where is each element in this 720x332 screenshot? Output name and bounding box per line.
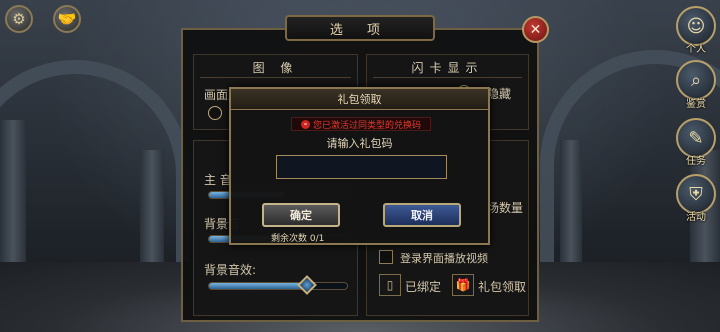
settings-button[interactable]: ⚙ xyxy=(5,5,33,33)
options-title: 选 项 xyxy=(285,15,435,41)
close-icon: ✕ xyxy=(529,21,542,38)
warning-icon: – xyxy=(300,119,310,129)
side-label-appreciate: 鉴赏 xyxy=(686,99,706,110)
main-volume-label: 主 音 xyxy=(204,173,232,187)
remaining-count: 剩余次数 0/1 xyxy=(271,234,325,244)
phone-bind-button[interactable]: ▯ xyxy=(379,274,401,296)
graphics-title: 图 像 xyxy=(252,61,299,75)
login-video-label: 登录界面播放视频 xyxy=(400,252,488,265)
magnifier-icon: ⌕ xyxy=(690,69,702,91)
scene-count-label: 场数量 xyxy=(487,201,524,215)
gift-code-label: 礼包领取 xyxy=(478,280,527,294)
gift-prompt: 请输入礼包码 xyxy=(326,137,393,150)
head-icon: ☺ xyxy=(686,15,706,37)
flash-title: 闪卡显示 xyxy=(411,61,484,75)
phone-icon: ▯ xyxy=(386,278,394,292)
gift-dialog-title: 礼包领取 xyxy=(231,89,488,110)
confirm-button[interactable]: 确定 xyxy=(262,203,340,227)
bg-sfx-fill xyxy=(209,283,309,289)
gift-code-input[interactable] xyxy=(276,155,447,179)
appreciate-button[interactable]: ⌕ xyxy=(676,60,716,100)
gift-dialog: 礼包领取 – 您已激活过同类型的兑换码 请输入礼包码 确定 取消 剩余次数 0/… xyxy=(229,87,490,245)
side-label-event: 活动 xyxy=(686,212,706,223)
bg-sfx-slider[interactable] xyxy=(208,275,348,295)
bg-sfx-label: 背景音效: xyxy=(204,263,257,277)
side-label-profile: 个人 xyxy=(686,44,706,55)
gift-icon: 🎁 xyxy=(455,278,471,292)
handshake-icon: 🤝 xyxy=(57,10,77,28)
bg-sfx-knob[interactable] xyxy=(297,275,318,295)
bound-label: 已绑定 xyxy=(405,280,442,294)
login-video-checkbox[interactable] xyxy=(379,250,393,264)
armor-icon: ⛨ xyxy=(689,183,703,205)
side-label-quest: 任务 xyxy=(686,156,706,167)
gear-icon: ⚙ xyxy=(12,10,26,28)
scroll-icon: ✎ xyxy=(688,127,704,149)
handshake-button[interactable]: 🤝 xyxy=(53,5,81,33)
warning-message: – 您已激活过同类型的兑换码 xyxy=(291,117,431,131)
gift-code-button[interactable]: 🎁 xyxy=(452,274,474,296)
warning-text: 您已激活过同类型的兑换码 xyxy=(312,120,421,131)
close-button[interactable]: ✕ xyxy=(522,16,549,43)
cancel-button[interactable]: 取消 xyxy=(383,203,461,227)
quality-radio[interactable] xyxy=(208,106,222,120)
